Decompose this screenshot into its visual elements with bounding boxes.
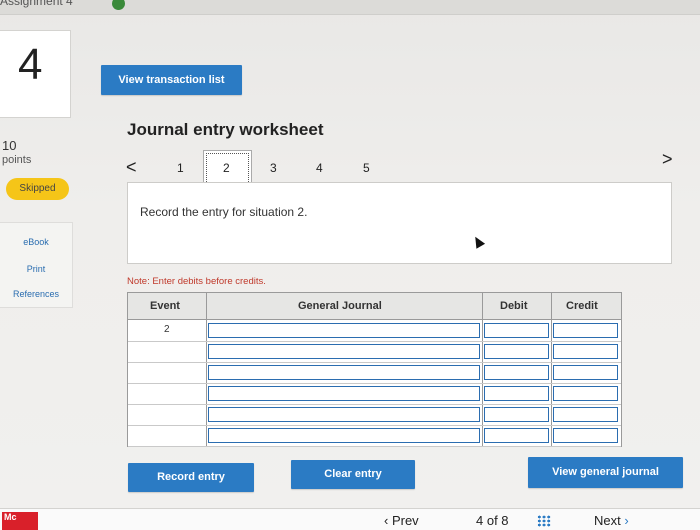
account-input[interactable]	[208, 365, 480, 380]
prev-label: Prev	[391, 513, 419, 528]
credit-input[interactable]	[553, 344, 618, 359]
points-value: 10	[2, 138, 17, 153]
instruction-box: Record the entry for situation 2.	[127, 182, 672, 264]
bottom-nav-bar: Mc ‹ Prev 4 of 8 Next ›	[0, 508, 700, 530]
account-input[interactable]	[208, 323, 480, 338]
table-row	[128, 341, 621, 363]
chevron-right-icon: ›	[624, 513, 629, 528]
pager-page-5[interactable]: 5	[363, 161, 370, 175]
next-label: Next	[594, 513, 621, 528]
credit-input[interactable]	[553, 407, 618, 422]
pager-next-button[interactable]: >	[662, 149, 673, 170]
mcgraw-hill-logo: Mc	[2, 512, 38, 530]
journal-table: Event General Journal Debit Credit 2	[127, 292, 622, 447]
credit-input[interactable]	[553, 386, 618, 401]
credit-input[interactable]	[553, 428, 618, 443]
header-debit: Debit	[500, 300, 528, 312]
ebook-link[interactable]: eBook	[0, 237, 72, 247]
resource-panel: eBook Print References	[0, 222, 73, 308]
table-row	[128, 425, 621, 447]
pager-page-1[interactable]: 1	[177, 161, 184, 175]
clear-entry-button[interactable]: Clear entry	[291, 460, 415, 489]
points-label: points	[2, 154, 32, 166]
account-input[interactable]	[208, 428, 480, 443]
pager-page-4[interactable]: 4	[316, 161, 323, 175]
instruction-text: Record the entry for situation 2.	[140, 205, 308, 219]
credit-input[interactable]	[553, 323, 618, 338]
account-input[interactable]	[208, 344, 480, 359]
table-row: 2	[128, 320, 621, 342]
question-grid-icon[interactable]	[537, 515, 551, 527]
checkmark-icon	[112, 0, 125, 10]
worksheet-title: Journal entry worksheet	[127, 120, 324, 139]
record-entry-button[interactable]: Record entry	[128, 463, 254, 492]
print-link[interactable]: Print	[0, 264, 72, 274]
prev-question-button[interactable]: ‹ Prev	[384, 513, 419, 528]
next-question-button[interactable]: Next ›	[594, 513, 629, 528]
note-text: Note: Enter debits before credits.	[127, 276, 266, 287]
debit-input[interactable]	[484, 428, 549, 443]
references-link[interactable]: References	[0, 289, 72, 299]
header-general-journal: General Journal	[298, 300, 382, 312]
account-input[interactable]	[208, 386, 480, 401]
top-bar: Assignment 4	[0, 0, 700, 15]
pager-page-2[interactable]: 2	[223, 161, 230, 175]
pager-page-3[interactable]: 3	[270, 161, 277, 175]
debit-input[interactable]	[484, 386, 549, 401]
header-event: Event	[150, 300, 180, 312]
view-transaction-list-button[interactable]: View transaction list	[101, 65, 242, 95]
debit-input[interactable]	[484, 365, 549, 380]
status-badge: Skipped	[6, 178, 69, 200]
question-position: 4 of 8	[476, 513, 509, 528]
debit-input[interactable]	[484, 323, 549, 338]
table-row	[128, 383, 621, 405]
debit-input[interactable]	[484, 344, 549, 359]
journal-table-header: Event General Journal Debit Credit	[128, 293, 621, 320]
question-number: 4	[18, 40, 43, 89]
view-general-journal-button[interactable]: View general journal	[528, 457, 683, 488]
credit-input[interactable]	[553, 365, 618, 380]
account-input[interactable]	[208, 407, 480, 422]
breadcrumb: Assignment 4	[0, 0, 73, 8]
header-credit: Credit	[566, 300, 598, 312]
event-cell[interactable]: 2	[164, 324, 170, 335]
pager-prev-button[interactable]: <	[126, 157, 137, 178]
debit-input[interactable]	[484, 407, 549, 422]
table-row	[128, 362, 621, 384]
table-row	[128, 404, 621, 426]
